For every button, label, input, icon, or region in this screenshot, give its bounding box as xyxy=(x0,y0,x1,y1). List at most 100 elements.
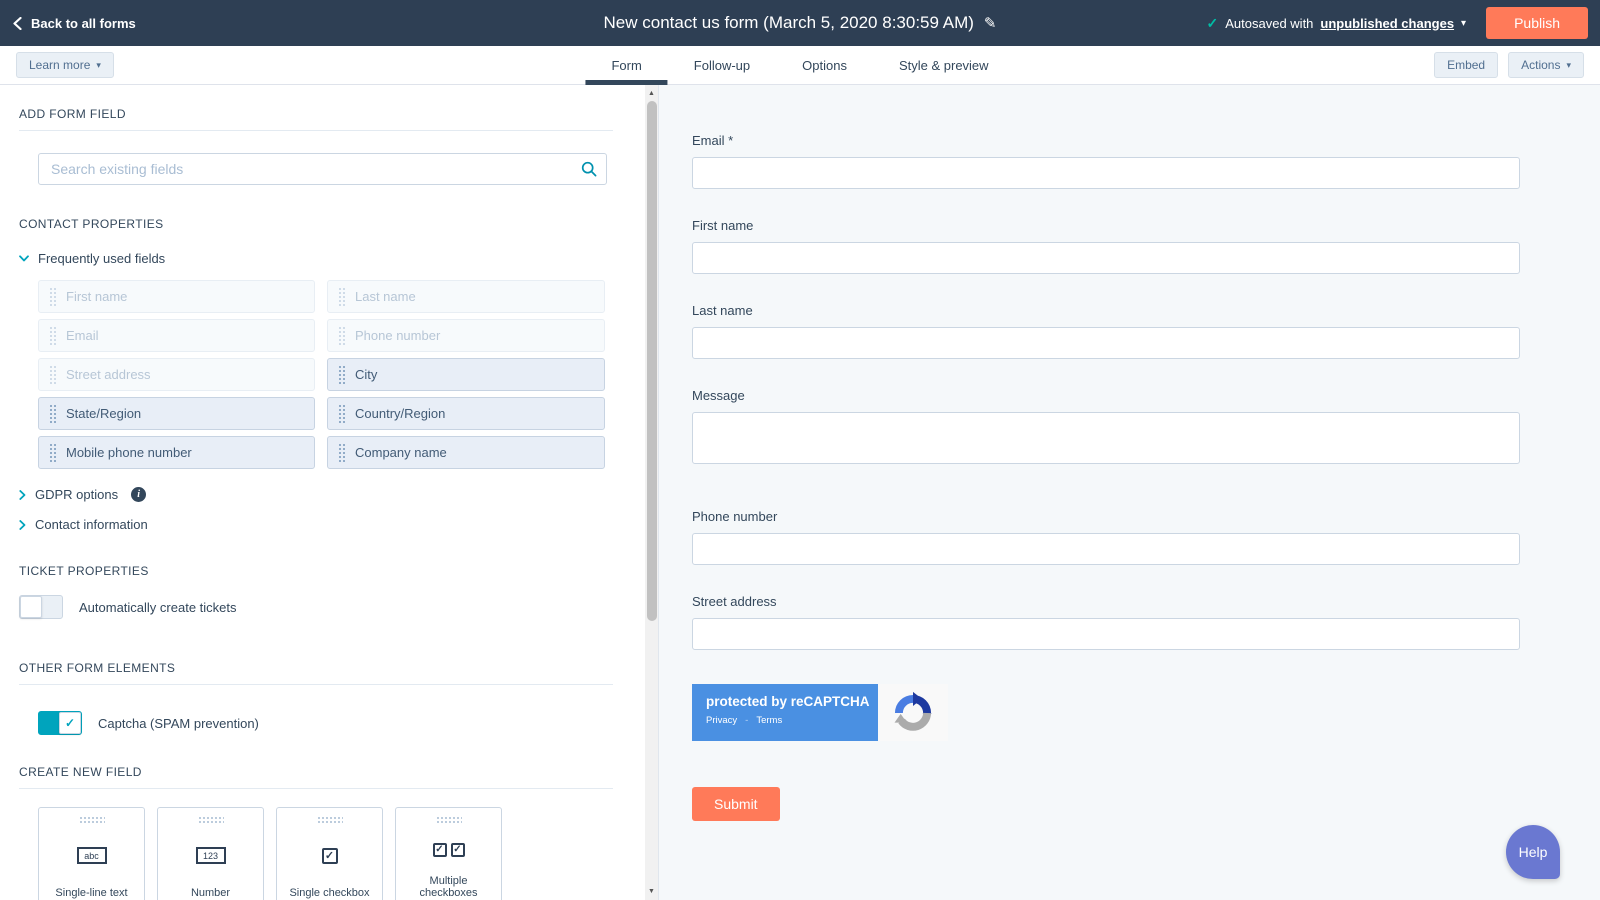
ticket-properties-heading: TICKET PROPERTIES xyxy=(19,564,149,578)
actions-button[interactable]: Actions ▾ xyxy=(1508,52,1584,78)
phone-number-field-input[interactable] xyxy=(692,533,1520,565)
field-label: Phone number xyxy=(692,509,778,524)
tab-form[interactable]: Form xyxy=(585,46,668,85)
chip-label: Phone number xyxy=(355,328,441,343)
first-name-field-input[interactable] xyxy=(692,242,1520,274)
add-form-field-heading: ADD FORM FIELD xyxy=(19,107,126,121)
field-label: First name xyxy=(692,218,754,233)
form-preview-panel: Email * First name Last name Message Pho… xyxy=(658,85,1600,900)
tab-style-preview[interactable]: Style & preview xyxy=(873,46,1015,85)
multiple-checkboxes-icon: ✓ ✓ xyxy=(432,842,465,857)
new-field-card-number[interactable]: 123 Number xyxy=(157,807,264,900)
message-field-textarea[interactable] xyxy=(692,412,1520,464)
preview-field-last-name[interactable]: Last name xyxy=(692,303,1520,359)
drag-handle-icon xyxy=(49,364,56,385)
drag-handle-icon xyxy=(78,816,105,824)
drag-handle-icon xyxy=(49,286,56,307)
field-chip-company-name[interactable]: Company name xyxy=(327,436,605,469)
autosave-caret-icon[interactable]: ▾ xyxy=(1461,18,1466,29)
learn-more-label: Learn more xyxy=(29,58,91,72)
learn-more-button[interactable]: Learn more ▾ xyxy=(16,52,114,78)
chip-label: Mobile phone number xyxy=(66,445,192,460)
card-label: Single checkbox xyxy=(289,887,370,899)
frequently-used-fields-toggle[interactable]: Frequently used fields xyxy=(19,251,613,266)
checkbox-icon: ✓ xyxy=(450,842,465,857)
preview-field-street-address[interactable]: Street address xyxy=(692,594,1520,650)
submit-button[interactable]: Submit xyxy=(692,787,780,821)
field-chip-mobile-phone-number[interactable]: Mobile phone number xyxy=(38,436,315,469)
last-name-field-input[interactable] xyxy=(692,327,1520,359)
card-label: Multiple checkboxes xyxy=(419,875,478,899)
gdpr-options-expander[interactable]: GDPR options i xyxy=(19,487,613,502)
new-field-card-multiple-checkboxes[interactable]: ✓ ✓ Multiple checkboxes xyxy=(395,807,502,900)
tab-follow-up[interactable]: Follow-up xyxy=(668,46,776,85)
edit-title-pencil-icon[interactable]: ✎ xyxy=(984,14,997,32)
field-chip-city[interactable]: City xyxy=(327,358,605,391)
auto-create-tickets-label: Automatically create tickets xyxy=(79,599,237,615)
email-field-input[interactable] xyxy=(692,157,1520,189)
field-chip-state-region[interactable]: State/Region xyxy=(38,397,315,430)
unpublished-changes-link[interactable]: unpublished changes xyxy=(1320,16,1454,31)
chip-label: Street address xyxy=(66,367,151,382)
captcha-label: Captcha (SPAM prevention) xyxy=(98,715,259,731)
drag-handle-icon xyxy=(338,325,345,346)
chip-label: State/Region xyxy=(66,406,142,421)
field-chip-last-name: Last name xyxy=(327,280,605,313)
recaptcha-protected-text: protected by reCAPTCHA xyxy=(706,694,870,709)
embed-label: Embed xyxy=(1447,58,1486,72)
preview-field-message[interactable]: Message xyxy=(692,388,1520,469)
preview-field-phone-number[interactable]: Phone number xyxy=(692,509,1520,565)
back-to-forms-link[interactable]: Back to all forms xyxy=(12,16,136,31)
toggle-knob xyxy=(20,596,42,618)
preview-field-email[interactable]: Email * xyxy=(692,133,1520,189)
sidebar-scrollbar[interactable]: ▲ ▼ xyxy=(645,85,658,900)
editor-tabs: Form Follow-up Options Style & preview xyxy=(585,46,1014,85)
divider xyxy=(19,130,613,131)
scrollbar-thumb[interactable] xyxy=(646,101,657,621)
drag-handle-icon xyxy=(338,403,345,424)
form-title: New contact us form (March 5, 2020 8:30:… xyxy=(603,13,974,32)
new-field-card-single-line-text[interactable]: abc Single-line text xyxy=(38,807,145,900)
preview-field-first-name[interactable]: First name xyxy=(692,218,1520,274)
frequently-used-fields-label: Frequently used fields xyxy=(38,251,166,266)
recaptcha-terms-link[interactable]: Terms xyxy=(756,715,782,726)
auto-create-tickets-toggle[interactable] xyxy=(19,595,63,619)
caret-down-icon: ▾ xyxy=(96,59,101,70)
new-field-card-single-checkbox[interactable]: ✓ Single checkbox xyxy=(276,807,383,900)
search-existing-fields-input[interactable] xyxy=(38,153,607,185)
drag-handle-icon xyxy=(338,364,345,385)
field-chip-email: Email xyxy=(38,319,315,352)
street-address-field-input[interactable] xyxy=(692,618,1520,650)
chip-label: Email xyxy=(66,328,99,343)
field-chip-phone-number: Phone number xyxy=(327,319,605,352)
contact-information-label: Contact information xyxy=(35,517,148,532)
info-icon[interactable]: i xyxy=(131,487,147,502)
contact-information-expander[interactable]: Contact information xyxy=(19,517,613,532)
scroll-down-arrow-icon[interactable]: ▼ xyxy=(645,885,658,898)
abc-input-icon: abc xyxy=(76,847,107,864)
recaptcha-logo-icon xyxy=(878,684,948,741)
scroll-up-arrow-icon[interactable]: ▲ xyxy=(645,87,658,100)
embed-button[interactable]: Embed xyxy=(1434,52,1499,78)
drag-handle-icon xyxy=(338,442,345,463)
recaptcha-privacy-link[interactable]: Privacy xyxy=(706,715,737,726)
field-chip-country-region[interactable]: Country/Region xyxy=(327,397,605,430)
chip-label: Company name xyxy=(355,445,447,460)
drag-handle-icon xyxy=(49,325,56,346)
drag-handle-icon xyxy=(316,816,343,824)
search-icon[interactable] xyxy=(581,161,597,182)
contact-properties-heading: CONTACT PROPERTIES xyxy=(19,217,164,231)
chevron-down-icon xyxy=(19,255,29,262)
help-button[interactable]: Help xyxy=(1506,825,1560,879)
drag-handle-icon xyxy=(49,403,56,424)
new-field-card-row: abc Single-line text 123 Number ✓ Single… xyxy=(38,807,613,900)
publish-button[interactable]: Publish xyxy=(1486,7,1588,39)
card-label: Single-line text xyxy=(55,887,128,899)
caret-down-icon: ▾ xyxy=(1566,59,1571,70)
chevron-right-icon xyxy=(19,489,26,500)
recaptcha-badge: protected by reCAPTCHA Privacy - Terms xyxy=(692,684,1520,741)
divider xyxy=(19,684,613,685)
field-label: Street address xyxy=(692,594,777,609)
captcha-toggle[interactable]: ✓ xyxy=(38,711,82,735)
tab-options[interactable]: Options xyxy=(776,46,873,85)
